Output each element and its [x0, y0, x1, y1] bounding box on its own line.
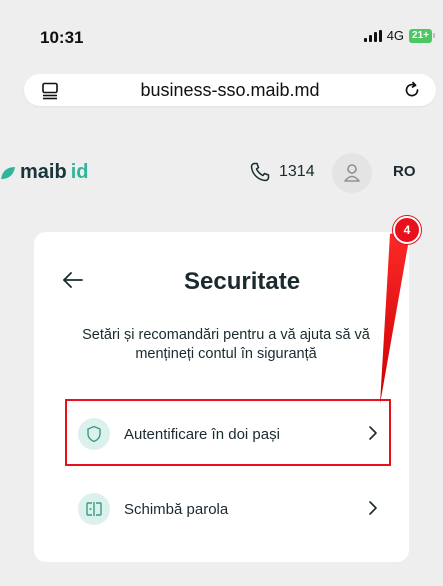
battery-icon: 21+ [409, 28, 435, 43]
password-icon [78, 493, 110, 525]
url-text[interactable]: business-sso.maib.md [24, 80, 436, 101]
reload-icon[interactable] [402, 80, 422, 105]
menu-item-label: Schimbă parola [124, 501, 229, 518]
chevron-right-icon [368, 500, 378, 521]
page-subtitle: Setări și recomandări pentru a vă ajuta … [82, 327, 370, 362]
status-time: 10:31 [40, 28, 84, 47]
address-bar[interactable]: business-sso.maib.md [24, 74, 436, 106]
logo-text: maib [20, 161, 67, 183]
network-label: 4G [386, 28, 405, 43]
highlight-box [65, 399, 391, 466]
language-switcher[interactable]: RO [393, 163, 416, 180]
profile-button[interactable] [332, 153, 372, 193]
back-arrow-icon[interactable] [62, 270, 84, 295]
maib-id-logo[interactable]: maib id [0, 161, 88, 184]
phone-number[interactable]: 1314 [279, 163, 315, 181]
menu-item-change-password[interactable]: Schimbă parola [66, 474, 392, 542]
page-title: Securitate [184, 268, 301, 295]
step-number-badge: 4 [393, 216, 421, 244]
battery-level: 21+ [409, 28, 432, 43]
maib-logo-mark-icon [1, 166, 15, 179]
status-indicators: 4G 21+ [363, 28, 435, 43]
user-icon [344, 164, 360, 182]
signal-icon [363, 29, 382, 42]
phone-contact[interactable]: 1314 [248, 160, 315, 184]
logo-suffix: id [70, 161, 89, 183]
status-bar: 10:31 4G 21+ [0, 0, 443, 47]
phone-icon [250, 162, 270, 182]
